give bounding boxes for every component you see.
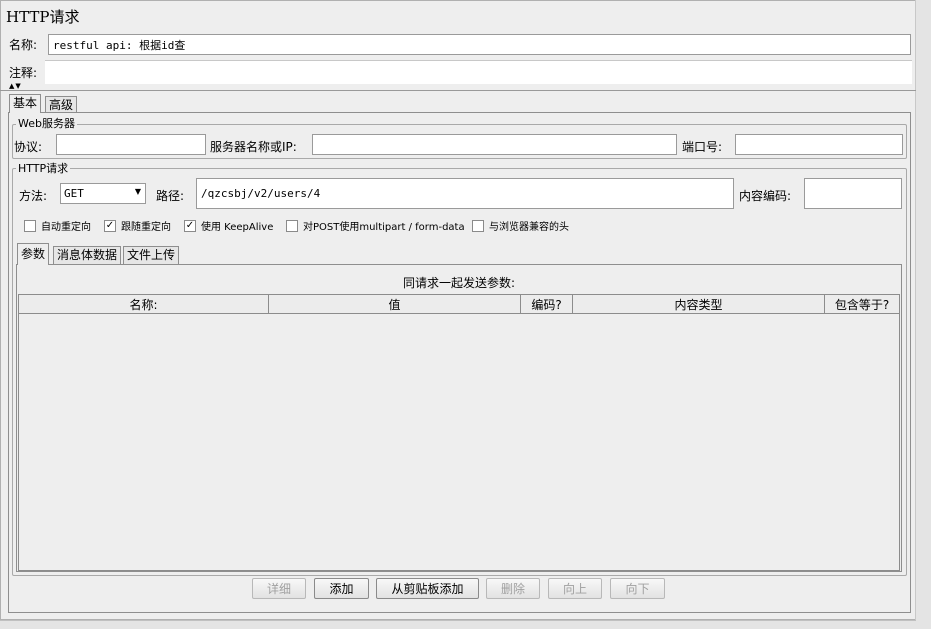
keepalive-checkbox[interactable]: ✓ 使用 KeepAlive — [184, 218, 273, 233]
comment-field[interactable] — [45, 60, 912, 84]
keepalive-label: 使用 KeepAlive — [201, 222, 274, 233]
path-input[interactable]: /qzcsbj/v2/users/4 — [196, 178, 734, 209]
add-button-label: 添加 — [329, 582, 354, 596]
method-select[interactable]: GET ▼ — [60, 183, 146, 204]
web-server-group-title: Web服务器 — [16, 117, 77, 130]
checkbox-box[interactable]: ✓ — [104, 219, 116, 232]
protocol-label: 协议: — [14, 140, 43, 154]
tab-advanced[interactable]: 高级 — [45, 96, 78, 113]
name-field-value: restful api: 根据id查 — [53, 39, 186, 52]
name-label: 名称: — [9, 38, 38, 52]
column-header-content-type-label: 内容类型 — [674, 297, 723, 312]
check-icon: ✓ — [105, 219, 115, 231]
splitter-arrows-icon[interactable]: ▲▼ — [9, 83, 22, 90]
column-header-content-type[interactable]: 内容类型 — [573, 295, 825, 313]
detail-button-label: 详细 — [266, 582, 291, 596]
tab-basic[interactable]: 基本 — [9, 94, 42, 113]
column-header-include-equals[interactable]: 包含等于? — [825, 295, 899, 313]
server-label: 服务器名称或IP: — [210, 140, 297, 154]
column-header-encode-label: 编码? — [531, 297, 562, 312]
tab-parameters-label: 参数 — [21, 247, 46, 261]
table-header-divider — [19, 313, 899, 314]
tab-basic-label: 基本 — [13, 96, 38, 110]
path-label: 路径: — [156, 189, 185, 203]
column-header-name[interactable]: 名称: — [19, 295, 269, 313]
auto-redirect-checkbox[interactable]: 自动重定向 — [24, 218, 91, 233]
follow-redirect-checkbox[interactable]: ✓ 跟随重定向 — [104, 218, 171, 233]
move-down-button-label: 向下 — [625, 582, 650, 596]
bottom-edge — [0, 620, 916, 629]
comment-label: 注释: — [9, 66, 38, 80]
tab-body-data[interactable]: 消息体数据 — [53, 246, 122, 265]
vertical-scrollbar[interactable] — [915, 0, 931, 629]
checkbox-box[interactable] — [472, 219, 484, 232]
column-header-value-label: 值 — [388, 297, 401, 312]
delete-button[interactable]: 删除 — [486, 578, 540, 599]
column-header-include-equals-label: 包含等于? — [834, 297, 890, 312]
checkbox-box[interactable]: ✓ — [184, 219, 196, 232]
protocol-input[interactable] — [56, 134, 206, 155]
encoding-label: 内容编码: — [739, 189, 792, 203]
tab-parameters[interactable]: 参数 — [17, 243, 50, 265]
method-label: 方法: — [19, 189, 48, 203]
delete-button-label: 删除 — [500, 582, 525, 596]
splitter-bar[interactable] — [0, 90, 916, 92]
auto-redirect-label: 自动重定向 — [41, 222, 91, 233]
checkbox-box[interactable] — [24, 219, 36, 232]
move-up-button[interactable]: 向上 — [548, 578, 602, 599]
tab-advanced-label: 高级 — [49, 98, 74, 112]
path-input-value: /qzcsbj/v2/users/4 — [201, 187, 321, 200]
panel-title: HTTP请求 — [6, 8, 80, 26]
browser-headers-label: 与浏览器兼容的头 — [489, 222, 569, 233]
multipart-label: 对POST使用multipart / form-data — [303, 222, 465, 233]
port-input[interactable] — [735, 134, 903, 155]
column-header-value[interactable]: 值 — [269, 295, 521, 313]
parameters-caption: 同请求一起发送参数: — [402, 276, 516, 290]
name-field[interactable]: restful api: 根据id查 — [48, 34, 911, 55]
tab-file-upload[interactable]: 文件上传 — [123, 246, 180, 265]
add-button[interactable]: 添加 — [314, 578, 369, 599]
add-from-clipboard-button[interactable]: 从剪贴板添加 — [376, 578, 479, 599]
checkbox-box[interactable] — [286, 219, 298, 232]
method-select-value: GET — [64, 187, 84, 200]
multipart-checkbox[interactable]: 对POST使用multipart / form-data — [286, 218, 465, 233]
add-from-clipboard-button-label: 从剪贴板添加 — [391, 582, 464, 596]
encoding-input[interactable] — [804, 178, 902, 209]
tab-file-upload-label: 文件上传 — [127, 248, 176, 262]
follow-redirect-label: 跟随重定向 — [121, 222, 171, 233]
detail-button[interactable]: 详细 — [252, 578, 306, 599]
move-down-button[interactable]: 向下 — [610, 578, 665, 599]
column-header-name-label: 名称: — [129, 297, 158, 312]
column-header-encode[interactable]: 编码? — [521, 295, 573, 313]
browser-headers-checkbox[interactable]: 与浏览器兼容的头 — [472, 218, 569, 233]
parameters-table[interactable]: 名称: 值 编码? 内容类型 包含等于? — [18, 294, 900, 571]
dropdown-arrow-icon: ▼ — [134, 187, 141, 196]
tab-body-data-label: 消息体数据 — [57, 248, 118, 262]
port-label: 端口号: — [682, 140, 723, 154]
server-input[interactable] — [312, 134, 677, 155]
move-up-button-label: 向上 — [562, 582, 587, 596]
check-icon: ✓ — [185, 219, 195, 231]
http-request-group-title: HTTP请求 — [16, 162, 71, 175]
